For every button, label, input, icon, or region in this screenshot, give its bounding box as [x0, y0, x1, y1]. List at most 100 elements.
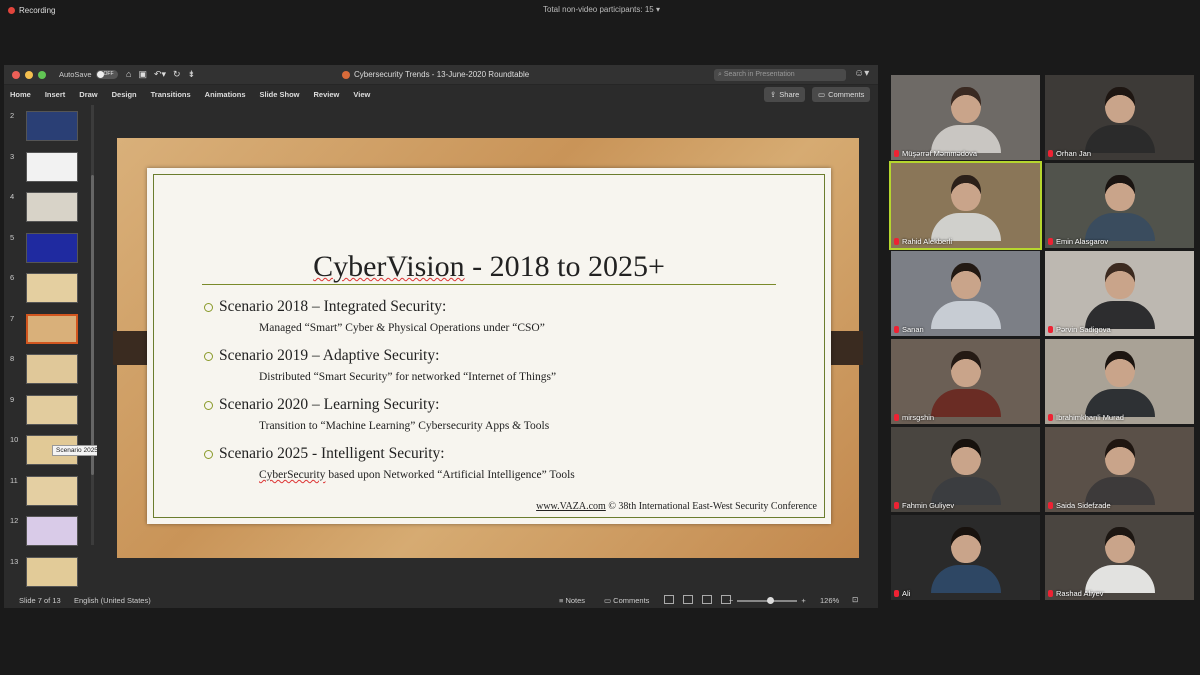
undo-icon[interactable]: ↶▾	[154, 69, 166, 80]
bullet-heading: Scenario 2020 – Learning Security:	[219, 396, 440, 413]
language-status[interactable]: English (United States)	[74, 596, 151, 605]
participant-video-tile[interactable]: Rahid Alekberli	[889, 161, 1042, 250]
participant-video-tile[interactable]: Pərvin Sadigova	[1045, 251, 1194, 336]
slide-thumbnail[interactable]: 3	[6, 151, 86, 184]
zoom-slider[interactable]	[737, 596, 798, 604]
normal-view-icon[interactable]	[664, 595, 674, 604]
slide-thumbnail[interactable]: 2	[6, 111, 86, 143]
slide-thumbnail-image	[26, 232, 78, 263]
chevron-down-icon: ▾	[655, 5, 660, 14]
mic-muted-icon	[1048, 150, 1053, 157]
tab-transitions[interactable]: Transitions	[151, 90, 191, 99]
slide-thumbnail-image	[26, 273, 78, 303]
participant-video-tile[interactable]: Ali	[891, 515, 1040, 600]
participant-video	[1084, 87, 1155, 153]
slide-thumbnail-pane: 2 3 4 5 6 7 8 9 10 11 12 13	[4, 107, 92, 591]
tab-view[interactable]: View	[353, 90, 370, 99]
participant-video-tile[interactable]: Orhan Jan	[1045, 75, 1194, 160]
bullet-subtext: Distributed “Smart Security” for network…	[259, 371, 557, 383]
slide-thumbnail[interactable]: 13	[6, 556, 86, 589]
feedback-smiley-icon[interactable]: ☺▾	[854, 68, 869, 79]
participant-video-tile[interactable]: Sanan	[891, 251, 1040, 336]
autosave-toggle[interactable]: OFF	[95, 70, 118, 79]
ppt-title-bar: AutoSave OFF ⌂ ▣ ↶▾ ↻ ⇟ Cybersecurity Tr…	[4, 65, 878, 85]
participant-video	[1084, 439, 1155, 505]
participant-video-tile[interactable]: Rashad Aliyev	[1045, 515, 1194, 600]
non-video-participants-dropdown[interactable]: Total non-video participants: 15 ▾	[543, 5, 660, 14]
thumbnail-scrollbar[interactable]	[91, 105, 94, 545]
notes-label: Notes	[565, 596, 586, 605]
participant-video-tile[interactable]: Ibrahimkhanli Murad	[1045, 339, 1194, 424]
bullet-subtext-keyword: CyberSecurity	[259, 469, 326, 481]
slide-thumbnail[interactable]: 5	[6, 232, 86, 265]
slide-thumbnail-image	[26, 111, 78, 141]
participant-video-tile[interactable]: Saida Sidefzade	[1045, 427, 1194, 512]
status-comments-label: Comments	[613, 596, 650, 605]
participant-video	[930, 351, 1001, 417]
participant-name-label: Rashad Aliyev	[1056, 589, 1104, 598]
autosave-label: AutoSave	[59, 70, 92, 79]
share-button[interactable]: ⇪ Share	[764, 87, 806, 102]
participant-video	[930, 175, 1001, 241]
reading-view-icon[interactable]	[702, 595, 712, 604]
redo-icon[interactable]: ↻	[173, 69, 181, 80]
mic-muted-icon	[1048, 238, 1053, 245]
zoom-in-icon[interactable]: +	[801, 596, 805, 605]
zoom-out-icon[interactable]: −	[729, 596, 733, 605]
slide-thumbnail[interactable]: 12	[6, 516, 86, 548]
slide-number: 12	[10, 516, 19, 525]
slide-thumbnail-image	[26, 556, 78, 587]
customize-toolbar-icon[interactable]: ⇟	[188, 69, 196, 80]
slide-thumbnail[interactable]: 8	[6, 354, 86, 386]
participant-video-tile[interactable]: mirsgshin	[891, 339, 1040, 424]
status-comments-button[interactable]: ▭ Comments	[604, 596, 649, 605]
participant-name-label: Emin Alasgarov	[1056, 237, 1109, 246]
tab-home[interactable]: Home	[10, 90, 31, 99]
zoom-percent[interactable]: 126%	[820, 596, 839, 605]
autosave: AutoSave OFF	[59, 70, 118, 79]
slide-number: 8	[10, 354, 15, 363]
tab-draw[interactable]: Draw	[79, 90, 97, 99]
meeting-top-bar: Recording Total non-video participants: …	[0, 0, 1200, 22]
mic-muted-icon	[894, 238, 899, 245]
slide-thumbnail-image	[26, 192, 78, 222]
participant-video-tile[interactable]: Fahmin Guliyev	[891, 427, 1040, 512]
tab-slide-show[interactable]: Slide Show	[260, 90, 300, 99]
fit-to-window-icon[interactable]: ⊡	[852, 595, 858, 604]
slide-sorter-icon[interactable]	[683, 595, 693, 604]
mic-muted-icon	[894, 326, 899, 333]
participant-name-label: mirsgshin	[902, 413, 935, 422]
maximize-window-button[interactable]	[38, 71, 46, 79]
search-input[interactable]: ⌕ Search in Presentation	[714, 69, 846, 81]
comments-button[interactable]: ▭ Comments	[812, 87, 871, 102]
participant-name-label: Sanan	[902, 325, 924, 334]
tab-review[interactable]: Review	[314, 90, 340, 99]
tab-insert[interactable]: Insert	[45, 90, 65, 99]
bullet-heading: Scenario 2018 – Integrated Security:	[219, 298, 447, 315]
slide-thumbnail[interactable]: 7	[6, 313, 86, 346]
bullet-subtext: Managed “Smart” Cyber & Physical Operati…	[259, 322, 545, 334]
slide-number: 6	[10, 273, 15, 282]
title-rule	[202, 284, 776, 285]
powerpoint-file-icon	[342, 70, 350, 79]
notes-button[interactable]: ≡ Notes	[559, 596, 585, 605]
minimize-window-button[interactable]	[25, 71, 33, 79]
participant-video-tile[interactable]: Müşərrəf Məmmədova	[891, 75, 1040, 160]
close-window-button[interactable]	[12, 71, 20, 79]
tab-animations[interactable]: Animations	[205, 90, 246, 99]
bullet-circle-icon	[204, 351, 213, 361]
current-slide[interactable]: CyberVision - 2018 to 2025+ Scenario 201…	[113, 138, 863, 558]
slide-thumbnail[interactable]: 11	[6, 475, 86, 508]
participant-name-label: Ibrahimkhanli Murad	[1056, 413, 1124, 422]
quick-access-toolbar: ⌂ ▣ ↶▾ ↻ ⇟	[126, 69, 195, 80]
participant-video-tile[interactable]: Emin Alasgarov	[1045, 163, 1194, 248]
participant-name-label: Fahmin Guliyev	[902, 501, 955, 510]
tab-design[interactable]: Design	[112, 90, 137, 99]
window-controls	[12, 71, 46, 79]
home-icon[interactable]: ⌂	[126, 69, 131, 80]
slide-thumbnail[interactable]: 4	[6, 192, 86, 224]
slide-thumbnail[interactable]: 6	[6, 273, 86, 305]
bullet-circle-icon	[204, 400, 213, 410]
slide-thumbnail[interactable]: 9	[6, 394, 86, 427]
save-icon[interactable]: ▣	[138, 69, 147, 80]
